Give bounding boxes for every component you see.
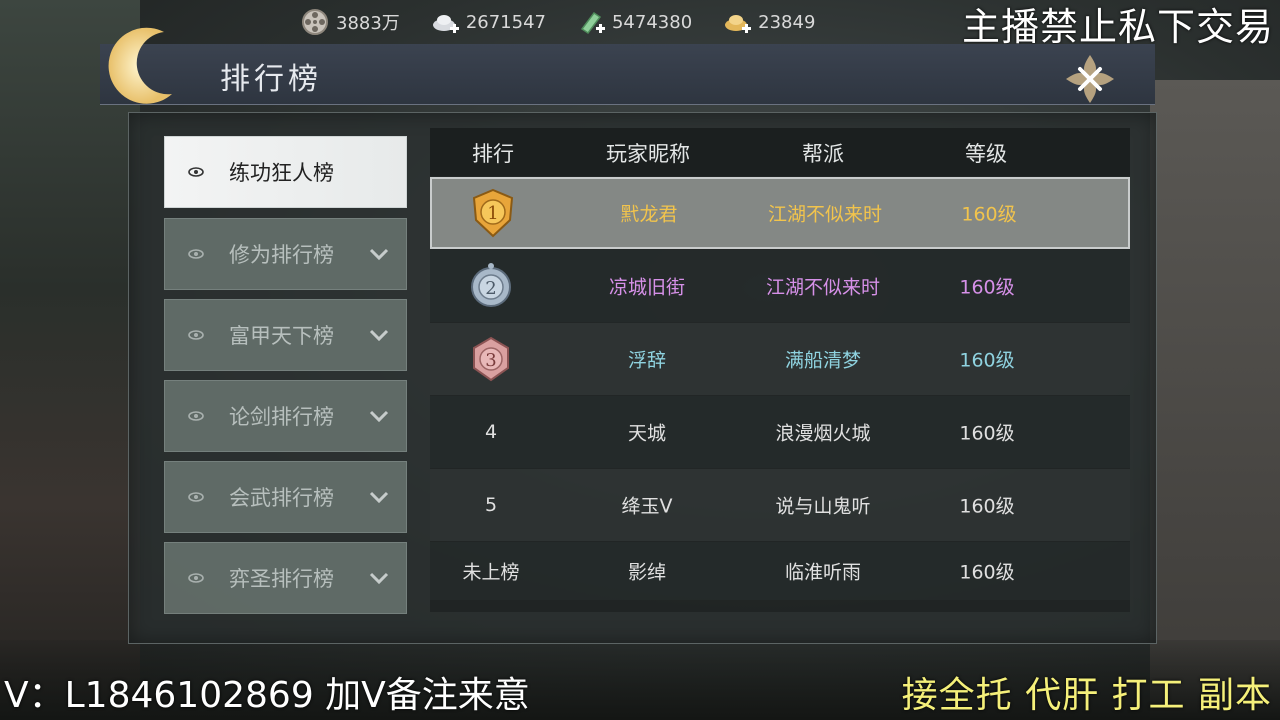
silver-medal-icon: 2 (471, 263, 511, 307)
player-level: 160级 (961, 203, 1017, 226)
sidebar-item-label: 修为排行榜 (229, 243, 334, 267)
sidebar-item-label: 练功狂人榜 (229, 161, 334, 185)
player-level: 160级 (959, 495, 1015, 518)
overlay-contact-text: V：L1846102869 加V备注来意 (4, 675, 530, 716)
column-header-level: 等级 (965, 142, 1007, 166)
chevron-down-icon (369, 410, 389, 423)
table-row[interactable]: 3 浮辞 满船清梦 160级 (430, 323, 1130, 395)
bronze-medal-icon: 3 (473, 336, 509, 382)
player-level: 160级 (959, 276, 1015, 299)
player-level: 160级 (959, 422, 1015, 445)
ranking-table: 排行 玩家昵称 帮派 等级 1 黓龙君 江湖不似来时 160级 2 凉城旧街 江… (430, 128, 1130, 612)
player-name: 绛玉ᐯ (621, 495, 673, 518)
column-header-name: 玩家昵称 (606, 142, 690, 166)
currency-item[interactable]: 2671547 (430, 7, 546, 37)
sidebar-item-label: 会武排行榜 (229, 486, 334, 510)
player-name: 黓龙君 (620, 203, 678, 226)
guild-name: 满船清梦 (784, 349, 862, 372)
currency-item[interactable]: 23849 (722, 7, 815, 37)
player-name: 凉城旧街 (608, 276, 686, 299)
player-level: 160级 (959, 561, 1015, 584)
player-rank: 4 (484, 421, 498, 443)
table-header: 排行 玩家昵称 帮派 等级 (430, 128, 1130, 176)
sidebar-item-go-master[interactable]: 弈圣排行榜 (164, 542, 407, 614)
player-name: 天城 (627, 422, 667, 445)
bullet-icon (188, 167, 204, 177)
bullet-icon (188, 249, 204, 259)
table-row-self[interactable]: 未上榜 影绰 临淮听雨 160级 (430, 542, 1130, 600)
player-level: 160级 (959, 349, 1015, 372)
bullet-icon (188, 573, 204, 583)
chevron-down-icon (369, 572, 389, 585)
currency-value: 23849 (758, 11, 816, 33)
guild-name: 说与山鬼听 (775, 495, 871, 518)
currency-value: 5474380 (611, 11, 693, 33)
leaderboard-panel: 排行榜 练功狂人榜 修为排行榜 富甲天下榜 论剑排行榜 会武排行榜 弈圣排行榜 … (100, 27, 1157, 644)
background-scenery-right (1150, 80, 1280, 720)
chevron-down-icon (369, 491, 389, 504)
sidebar-item-cultivation[interactable]: 修为排行榜 (164, 218, 407, 290)
svg-text:1: 1 (487, 203, 498, 224)
table-row[interactable]: 4 天城 浪漫烟火城 160级 (430, 396, 1130, 468)
svg-text:3: 3 (485, 350, 496, 371)
table-row[interactable]: 1 黓龙君 江湖不似来时 160级 (430, 177, 1130, 249)
close-icon[interactable] (1060, 49, 1120, 109)
sidebar-item-label: 富甲天下榜 (229, 324, 334, 348)
sidebar-item-label: 弈圣排行榜 (229, 567, 334, 591)
sidebar-item-wealth[interactable]: 富甲天下榜 (164, 299, 407, 371)
sidebar-item-swordplay[interactable]: 论剑排行榜 (164, 380, 407, 452)
currency-item[interactable]: 5474380 (576, 7, 692, 37)
gold-medal-icon: 1 (472, 188, 514, 238)
bullet-icon (188, 330, 204, 340)
sidebar-item-label: 论剑排行榜 (229, 405, 334, 429)
guild-name: 江湖不似来时 (767, 203, 883, 226)
currency-bar: 3883万 2671547 5474380 23849 (300, 0, 845, 44)
guild-name: 江湖不似来时 (765, 276, 881, 299)
sidebar-item-martial-meet[interactable]: 会武排行榜 (164, 461, 407, 533)
player-name: 浮辞 (627, 349, 667, 372)
currency-item[interactable]: 3883万 (300, 7, 400, 37)
film-reel-icon (302, 9, 328, 35)
page-title: 排行榜 (220, 62, 322, 97)
table-row[interactable]: 2 凉城旧街 江湖不似来时 160级 (430, 250, 1130, 322)
player-rank: 5 (484, 494, 498, 516)
chevron-down-icon (369, 248, 389, 261)
column-header-rank: 排行 (472, 142, 514, 166)
bullet-icon (188, 411, 204, 421)
guild-name: 临淮听雨 (784, 561, 862, 584)
currency-value: 2671547 (465, 11, 546, 33)
column-header-guild: 帮派 (802, 142, 844, 166)
silver-ingot-plus-icon (432, 15, 459, 33)
table-row[interactable]: 5 绛玉ᐯ 说与山鬼听 160级 (430, 469, 1130, 541)
crescent-moon-icon (108, 27, 172, 104)
currency-value: 3883万 (336, 13, 400, 34)
bullet-icon (188, 492, 204, 502)
guild-name: 浪漫烟火城 (775, 422, 871, 445)
player-name: 影绰 (627, 561, 667, 584)
sidebar-item-training[interactable]: 练功狂人榜 (164, 136, 407, 208)
chevron-down-icon (369, 329, 389, 342)
title-bar: 排行榜 (100, 44, 1155, 105)
jade-plus-icon (580, 11, 605, 35)
gold-ingot-plus-icon (725, 15, 752, 33)
svg-text:2: 2 (485, 278, 496, 299)
overlay-service-text: 接全托 代肝 打工 副本 (901, 675, 1272, 716)
player-rank: 未上榜 (462, 561, 520, 584)
